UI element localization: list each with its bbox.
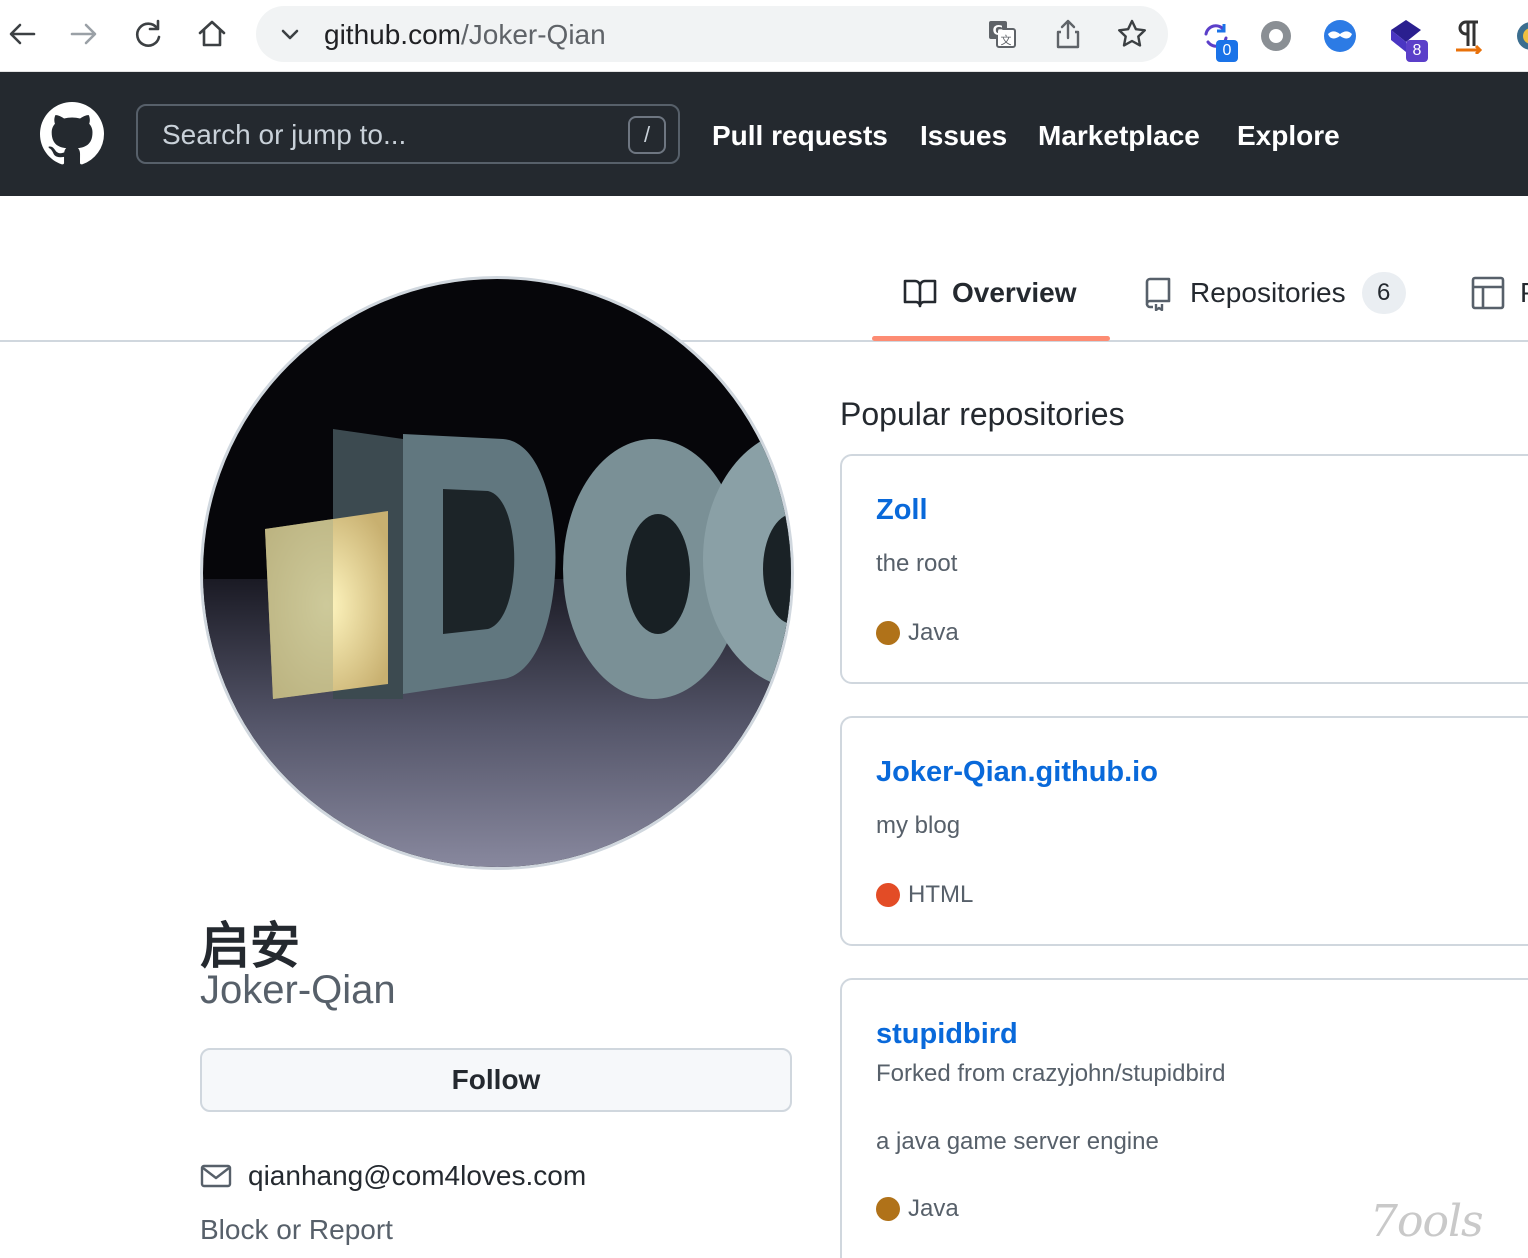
repo-name-link[interactable]: stupidbird <box>876 1018 1018 1051</box>
circle-extension-icon[interactable] <box>1254 14 1298 58</box>
home-icon <box>198 20 226 47</box>
reload-button[interactable] <box>128 14 168 54</box>
popular-repositories-heading: Popular repositories <box>840 396 1125 432</box>
tab-overview[interactable]: Overview <box>902 268 1077 318</box>
language-color-dot <box>876 883 900 907</box>
back-button[interactable] <box>2 14 42 54</box>
repo-language: HTML <box>876 880 973 910</box>
nav-pull-requests[interactable]: Pull requests <box>712 120 888 152</box>
search-shortcut-key: / <box>628 116 666 154</box>
profile-tabs: Overview Repositories 6 P <box>0 244 1528 342</box>
url-text[interactable]: github.com/Joker-Qian <box>324 19 606 51</box>
bookmark-star-icon[interactable] <box>1116 18 1148 50</box>
search-input[interactable]: Search or jump to... / <box>136 104 680 164</box>
repo-description: a java game server engine <box>876 1128 1159 1155</box>
tab-repositories-label: Repositories <box>1190 277 1346 308</box>
sync-extension-icon[interactable]: 0 <box>1194 14 1238 62</box>
email-text: qianhang@com4loves.com <box>248 1160 587 1191</box>
address-bar[interactable]: github.com/Joker-Qian G文 <box>256 6 1168 62</box>
repo-description: the root <box>876 550 958 577</box>
share-icon[interactable] <box>1052 18 1084 50</box>
repo-language: Java <box>876 1194 959 1224</box>
url-host: github.com <box>324 19 461 50</box>
repo-name-link[interactable]: Zoll <box>876 494 928 527</box>
arrow-left-icon <box>9 23 36 45</box>
profile-extension-icon[interactable] <box>1508 14 1528 58</box>
profile-email[interactable]: qianhang@com4loves.com <box>200 1156 586 1196</box>
language-label: Java <box>908 1195 959 1222</box>
browser-toolbar: github.com/Joker-Qian G文 0 8 <box>0 0 1528 72</box>
block-or-report-link[interactable]: Block or Report <box>200 1214 393 1246</box>
table-icon <box>1471 276 1505 310</box>
url-path: /Joker-Qian <box>460 19 606 50</box>
mask-extension-icon[interactable] <box>1318 14 1362 58</box>
mail-icon <box>200 1164 232 1188</box>
language-color-dot <box>876 621 900 645</box>
repositories-counter: 6 <box>1361 272 1406 314</box>
watermark-logo: 7ools <box>1370 1196 1484 1247</box>
tab-selected-underline <box>872 336 1110 341</box>
profile-username: Joker-Qian <box>200 968 396 1012</box>
follow-button[interactable]: Follow <box>200 1048 792 1112</box>
language-label: Java <box>908 619 959 646</box>
arrow-right-icon <box>70 23 97 45</box>
paragraph-extension-icon[interactable] <box>1448 14 1492 58</box>
tab-overview-label: Overview <box>952 277 1077 308</box>
forward-button[interactable] <box>64 14 104 54</box>
nav-issues[interactable]: Issues <box>920 120 1007 152</box>
repo-card: Zoll the root Java <box>840 454 1528 684</box>
avatar-image <box>203 279 791 867</box>
repo-icon <box>1145 277 1171 311</box>
repo-language: Java <box>876 618 959 648</box>
nav-explore[interactable]: Explore <box>1237 120 1340 152</box>
cube-badge: 8 <box>1406 40 1428 62</box>
repo-name-link[interactable]: Joker-Qian.github.io <box>876 756 1158 789</box>
github-logo-icon[interactable] <box>40 102 104 166</box>
nav-marketplace[interactable]: Marketplace <box>1038 120 1200 152</box>
github-header: Search or jump to... / Pull requests Iss… <box>0 72 1528 196</box>
home-button[interactable] <box>192 14 232 54</box>
svg-text:文: 文 <box>1001 33 1012 47</box>
avatar[interactable] <box>200 276 794 870</box>
repo-card: Joker-Qian.github.io my blog HTML <box>840 716 1528 946</box>
translate-icon[interactable]: G文 <box>986 18 1018 50</box>
tab-projects[interactable]: P <box>1470 268 1528 318</box>
chevron-down-icon[interactable] <box>276 20 304 48</box>
book-icon <box>903 279 937 308</box>
language-label: HTML <box>908 881 974 908</box>
repo-forked-from[interactable]: Forked from crazyjohn/stupidbird <box>876 1060 1225 1088</box>
repo-description: my blog <box>876 812 961 839</box>
tab-projects-label: P <box>1520 277 1528 309</box>
search-placeholder: Search or jump to... <box>162 119 407 150</box>
sync-badge: 0 <box>1216 40 1238 62</box>
tab-repositories[interactable]: Repositories 6 <box>1140 268 1406 318</box>
language-color-dot <box>876 1197 900 1221</box>
reload-icon <box>135 19 161 47</box>
cube-extension-icon[interactable]: 8 <box>1384 14 1428 62</box>
